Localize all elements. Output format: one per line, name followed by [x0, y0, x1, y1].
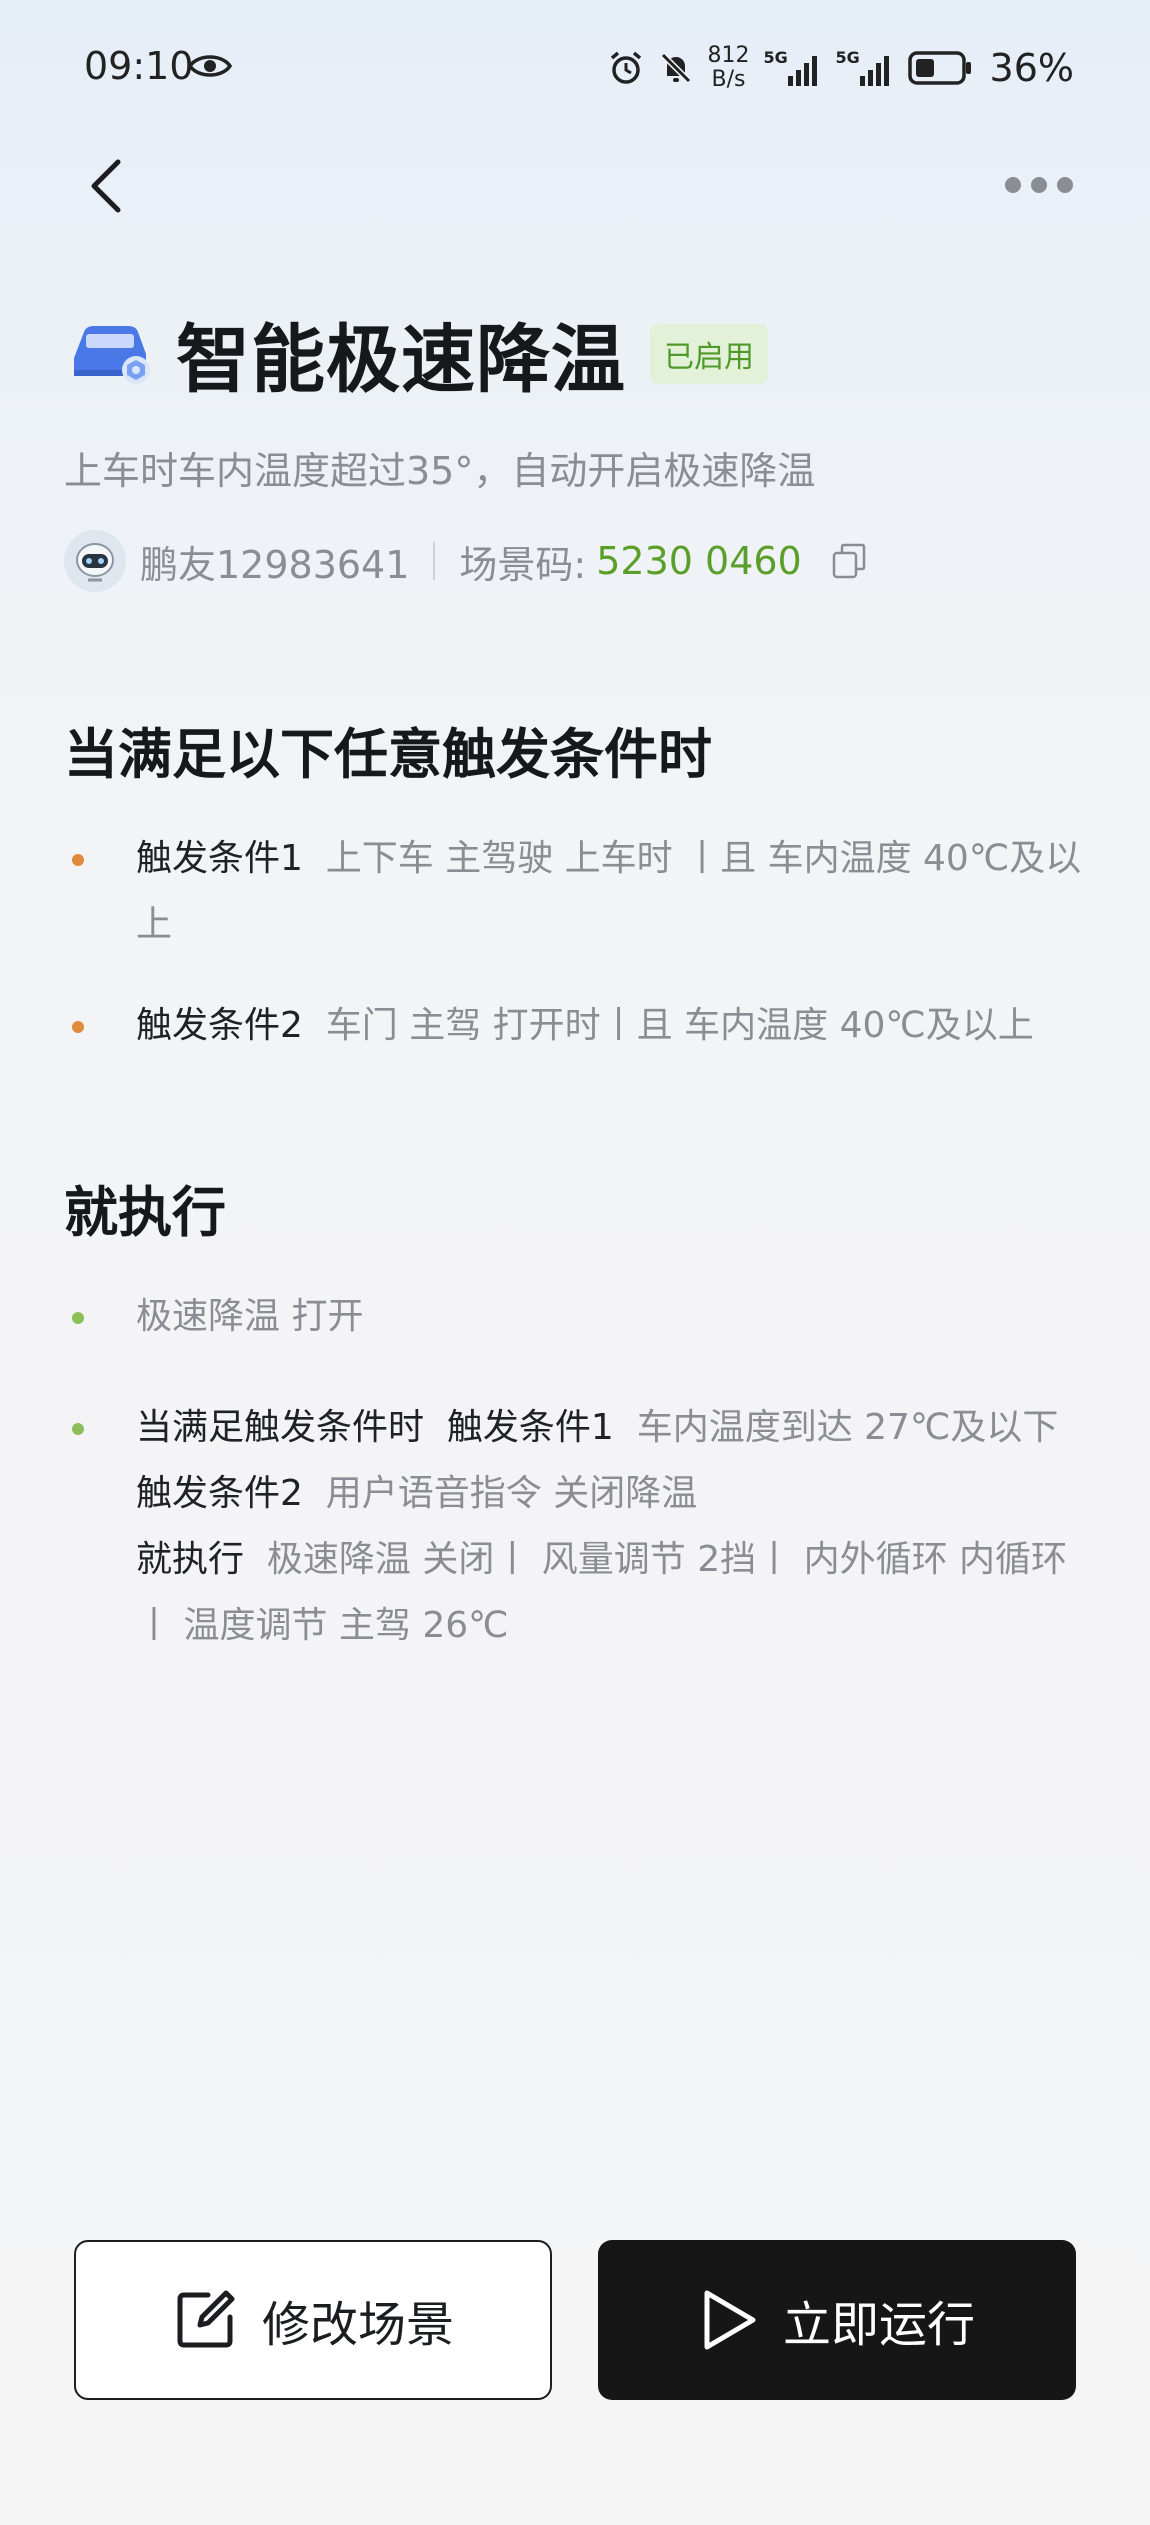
scene-description: 上车时车内温度超过35°，自动开启极速降温: [64, 449, 816, 493]
bullet-dot: [72, 1021, 84, 1033]
trigger-label: 触发条件2: [136, 1005, 303, 1046]
action-cond2-label: 触发条件2: [136, 1473, 303, 1514]
triggers-section-title: 当满足以下任意触发条件时: [64, 723, 712, 786]
status-right-group: 812 B/s 5G 5G 36%: [608, 44, 1074, 92]
avatar[interactable]: [64, 530, 126, 592]
alarm-icon: [610, 51, 641, 84]
signal-bars-icon: [787, 56, 817, 86]
run-now-label: 立即运行: [782, 2297, 975, 2353]
action-when-label: 当满足触发条件时: [136, 1407, 425, 1448]
action-item: 当满足触发条件时 触发条件1 车内温度到达 27℃及以下 触发条件2 用户语音指…: [64, 1395, 1094, 1659]
more-dot: [1005, 177, 1021, 193]
edit-scene-label: 修改场景: [261, 2297, 454, 2353]
battery-icon: [907, 51, 971, 85]
play-icon: [704, 2290, 756, 2350]
signal-1-label: 5G: [763, 48, 788, 67]
action-exec-line: 就执行 极速降温 关闭丨 风量调节 2挡丨 内外循环 内循环丨 温度调节 主驾 …: [136, 1527, 1094, 1659]
trigger-detail: 车门 主驾 打开时丨且 车内温度 40℃及以上: [325, 1005, 1034, 1046]
edit-scene-button[interactable]: 修改场景: [74, 2240, 552, 2400]
scene-title: 智能极速降温: [176, 317, 626, 403]
signal-2: 5G: [836, 48, 894, 88]
signal-1: 5G: [764, 48, 822, 88]
action-item: 极速降温 打开: [64, 1284, 1094, 1350]
status-bar: 09:10 812 B/s 5G 5G 36%: [0, 0, 1150, 130]
run-now-button[interactable]: 立即运行: [598, 2240, 1076, 2400]
scene-code-value: 5230 0460: [596, 539, 802, 583]
author-row: 鹏友12983641 场景码: 5230 0460: [64, 530, 870, 592]
battery-percent: 36%: [989, 46, 1074, 90]
robot-avatar-icon: [76, 543, 114, 582]
action-condition-line: 当满足触发条件时 触发条件1 车内温度到达 27℃及以下: [136, 1395, 1094, 1461]
copy-icon[interactable]: [830, 541, 870, 581]
divider: [433, 542, 436, 580]
actions-section-title: 就执行: [64, 1181, 226, 1244]
author-name: 鹏友12983641: [140, 542, 410, 587]
bullet-dot: [72, 1423, 84, 1435]
trigger-item: 触发条件2 车门 主驾 打开时丨且 车内温度 40℃及以上: [64, 993, 1094, 1059]
bullet-dot: [72, 854, 84, 866]
status-time: 09:10: [84, 44, 194, 88]
eye-icon: [188, 55, 232, 77]
network-speed-value: 812: [707, 43, 750, 68]
back-button[interactable]: [78, 150, 138, 220]
action-condition-line: 触发条件2 用户语音指令 关闭降温: [136, 1461, 1094, 1527]
bell-muted-icon: [660, 52, 691, 84]
bullet-dot: [72, 1312, 84, 1324]
action-cond1-detail: 车内温度到达 27℃及以下: [636, 1407, 1059, 1448]
action-cond1-label: 触发条件1: [446, 1407, 614, 1448]
status-badge: 已启用: [650, 323, 768, 384]
scene-code-label: 场景码:: [459, 542, 587, 587]
action-exec-detail: 极速降温 关闭丨 风量调节 2挡丨 内外循环 内循环丨 温度调节 主驾 26℃: [136, 1539, 1068, 1646]
car-icon: [74, 325, 150, 384]
action-cond2-detail: 用户语音指令 关闭降温: [325, 1473, 698, 1514]
scene-header: 智能极速降温 已启用: [66, 300, 768, 407]
network-speed-unit: B/s: [711, 67, 746, 92]
action-detail: 极速降温 打开: [136, 1296, 364, 1337]
signal-bars-icon: [859, 56, 889, 86]
trigger-label: 触发条件1: [136, 838, 303, 879]
trigger-item: 触发条件1 上下车 主驾驶 上车时 丨且 车内温度 40℃及以上: [64, 826, 1094, 958]
action-exec-label: 就执行: [136, 1539, 245, 1580]
edit-icon: [177, 2290, 235, 2348]
more-dot: [1057, 177, 1073, 193]
more-options-button[interactable]: [1000, 160, 1090, 210]
chevron-left-icon: [91, 159, 121, 213]
signal-2-label: 5G: [835, 48, 860, 67]
network-speed: 812 B/s: [708, 44, 750, 92]
more-dot: [1031, 177, 1047, 193]
